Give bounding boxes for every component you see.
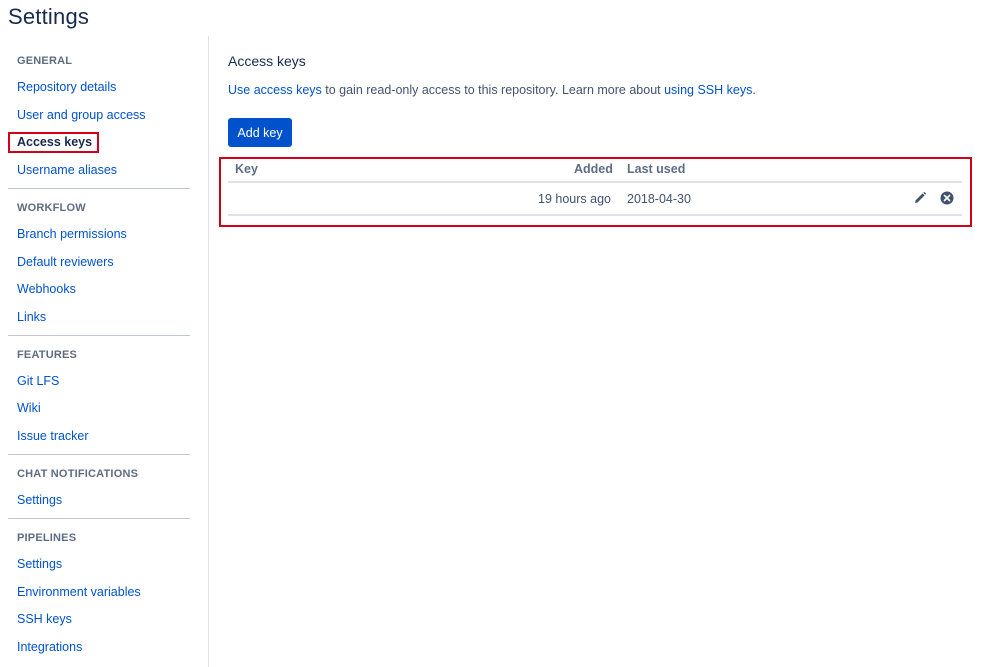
nav-item-repository-details[interactable]: Repository details (17, 80, 116, 94)
nav-item-git-lfs[interactable]: Git LFS (17, 374, 59, 388)
intro-text-part: to gain read-only access to this reposit… (321, 83, 665, 97)
nav-item-issue-tracker[interactable]: Issue tracker (17, 429, 89, 443)
nav-item-pipelines-settings[interactable]: Settings (17, 557, 62, 571)
cell-added: 19 hours ago (538, 192, 611, 206)
section-heading: Access keys (228, 53, 306, 69)
column-header-last-used: Last used (627, 162, 686, 176)
intro-text-end: . (752, 83, 756, 97)
nav-divider (8, 188, 190, 189)
nav-heading-workflow: WORKFLOW (17, 202, 86, 214)
column-header-key: Key (235, 162, 258, 176)
nav-heading-general: GENERAL (17, 55, 73, 67)
nav-divider (8, 518, 190, 519)
table-row-divider (228, 214, 962, 216)
nav-item-branch-permissions[interactable]: Branch permissions (17, 227, 127, 241)
nav-divider (8, 454, 190, 455)
nav-item-ssh-keys[interactable]: SSH keys (17, 612, 72, 626)
nav-divider (8, 335, 190, 336)
add-key-button[interactable]: Add key (228, 118, 292, 147)
nav-item-user-group-access[interactable]: User and group access (17, 108, 146, 122)
nav-item-access-keys[interactable]: Access keys (17, 135, 92, 149)
nav-item-chat-settings[interactable]: Settings (17, 493, 62, 507)
nav-item-default-reviewers[interactable]: Default reviewers (17, 255, 114, 269)
nav-item-webhooks[interactable]: Webhooks (17, 282, 76, 296)
nav-item-username-aliases[interactable]: Username aliases (17, 163, 117, 177)
access-keys-doc-link[interactable]: Use access keys (228, 83, 322, 97)
nav-item-links[interactable]: Links (17, 310, 46, 324)
nav-heading-chat-notifications: CHAT NOTIFICATIONS (17, 468, 139, 480)
nav-item-wiki[interactable]: Wiki (17, 401, 41, 415)
pencil-icon[interactable] (912, 190, 928, 206)
nav-item-environment-variables[interactable]: Environment variables (17, 585, 141, 599)
table-header-divider (228, 181, 962, 183)
nav-heading-features: FEATURES (17, 349, 78, 361)
cell-last-used: 2018-04-30 (627, 192, 691, 206)
column-header-added: Added (574, 162, 613, 176)
intro-text: Use access keys to gain read-only access… (228, 83, 756, 97)
nav-item-integrations[interactable]: Integrations (17, 640, 82, 654)
page-title: Settings (8, 4, 90, 29)
nav-heading-pipelines: PIPELINES (17, 532, 77, 544)
ssh-keys-doc-link[interactable]: using SSH keys (664, 83, 752, 97)
remove-circle-icon[interactable] (939, 190, 955, 206)
